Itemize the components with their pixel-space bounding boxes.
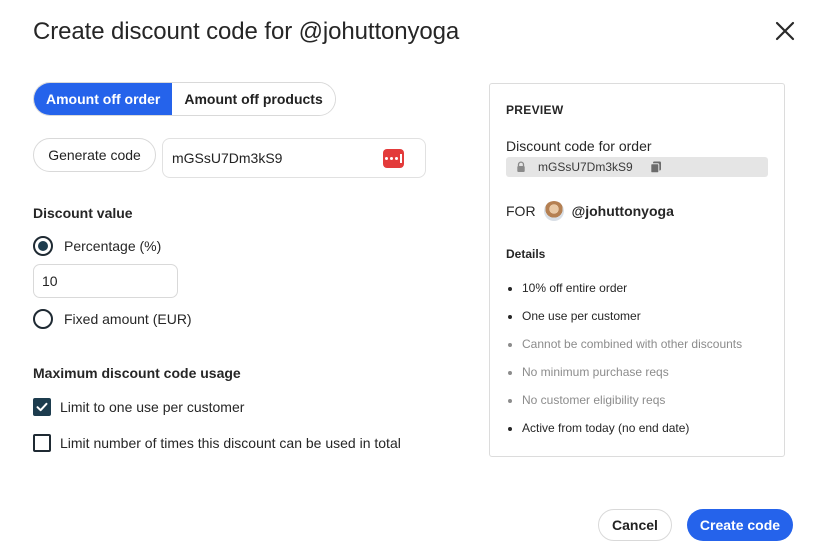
preview-for-label: FOR	[506, 203, 536, 219]
preview-panel: PREVIEW Discount code for order mGSsU7Dm…	[489, 83, 785, 457]
fixed-amount-label: Fixed amount (EUR)	[64, 311, 192, 327]
preview-details-list: 10% off entire order One use per custome…	[506, 281, 742, 449]
preview-heading: PREVIEW	[506, 103, 564, 117]
usage-heading: Maximum discount code usage	[33, 365, 241, 381]
preview-details-heading: Details	[506, 247, 546, 261]
close-icon[interactable]	[772, 18, 798, 44]
generate-code-button[interactable]: Generate code	[33, 138, 156, 172]
one-per-customer-label: Limit to one use per customer	[60, 399, 245, 415]
dialog-title: Create discount code for @johuttonyoga	[33, 18, 460, 45]
discount-code-input[interactable]: mGSsU7Dm3kS9	[162, 138, 426, 178]
cancel-button[interactable]: Cancel	[598, 509, 672, 541]
copy-icon[interactable]	[649, 160, 663, 174]
preview-code-for: Discount code for order	[506, 138, 652, 154]
list-item: One use per customer	[506, 309, 742, 337]
discount-type-tabs: Amount off order Amount off products	[33, 82, 336, 116]
discount-code-value: mGSsU7Dm3kS9	[172, 150, 283, 166]
checkmark-icon	[36, 402, 48, 412]
fixed-amount-radio[interactable]	[33, 309, 53, 329]
percentage-radio-row[interactable]: Percentage (%)	[33, 236, 161, 256]
preview-code-chip: mGSsU7Dm3kS9	[506, 157, 768, 177]
percentage-radio[interactable]	[33, 236, 53, 256]
total-limit-checkbox[interactable]	[33, 434, 51, 452]
tab-amount-off-products[interactable]: Amount off products	[172, 83, 335, 115]
list-item: Cannot be combined with other discounts	[506, 337, 742, 365]
preview-code-text: mGSsU7Dm3kS9	[538, 160, 633, 174]
fixed-amount-radio-row[interactable]: Fixed amount (EUR)	[33, 309, 192, 329]
preview-handle: @johuttonyoga	[571, 203, 674, 219]
percentage-label: Percentage (%)	[64, 238, 162, 254]
preview-for-row: FOR @johuttonyoga	[506, 201, 674, 221]
lock-icon	[517, 161, 525, 172]
one-per-customer-checkbox[interactable]	[33, 398, 51, 416]
total-limit-label: Limit number of times this discount can …	[60, 435, 401, 451]
tab-amount-off-order[interactable]: Amount off order	[34, 83, 173, 115]
list-item: No minimum purchase reqs	[506, 365, 742, 393]
percentage-input[interactable]: 10	[33, 264, 178, 298]
list-item: Active from today (no end date)	[506, 421, 742, 449]
list-item: 10% off entire order	[506, 281, 742, 309]
list-item: No customer eligibility reqs	[506, 393, 742, 421]
one-per-customer-row[interactable]: Limit to one use per customer	[33, 398, 244, 416]
discount-value-heading: Discount value	[33, 205, 133, 221]
create-code-button[interactable]: Create code	[687, 509, 793, 541]
total-limit-row[interactable]: Limit number of times this discount can …	[33, 434, 401, 452]
password-manager-icon[interactable]	[383, 149, 404, 168]
avatar	[543, 201, 564, 221]
